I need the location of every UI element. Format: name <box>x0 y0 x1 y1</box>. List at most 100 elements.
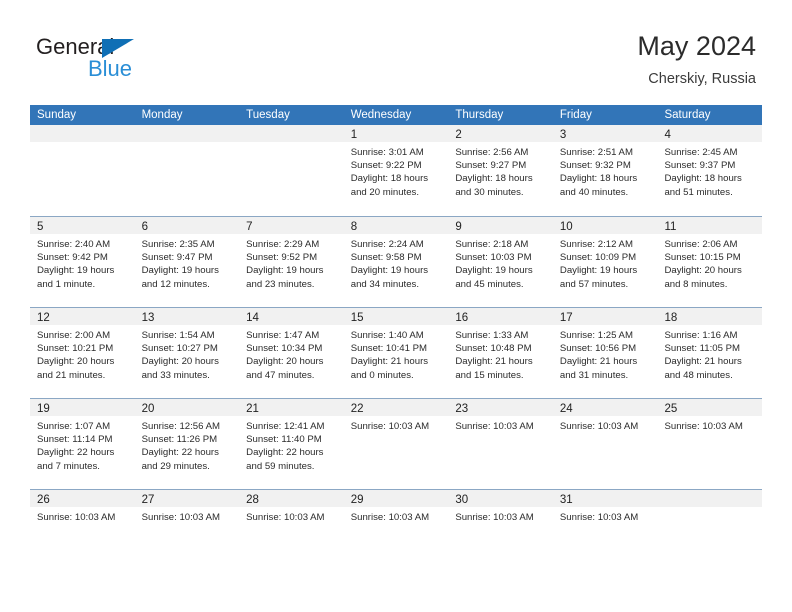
day-number: 24 <box>559 403 573 415</box>
day-number: 6 <box>141 221 148 233</box>
day-detail-line: Daylight: 19 hours <box>455 265 533 277</box>
page-header: General Blue May 2024 Cherskiy, Russia <box>0 0 792 100</box>
day-cell-5[interactable]: 5 Sunrise: 2:40 AM Sunset: 9:42 PM Daylight… <box>30 216 135 306</box>
day-detail-line: and 31 minutes. <box>559 369 629 381</box>
day-cell-6[interactable]: 6 Sunrise: 2:35 AM Sunset: 9:47 PM Daylight… <box>134 216 240 306</box>
day-detail-line: Sunset: 11:14 PM <box>37 434 113 446</box>
day-detail-lines: Sunrise: 3:01 AM Sunset: 9:22 PM Daylight:… <box>344 142 449 199</box>
calendar-week-row: 1 Sunrise: 3:01 AM Sunset: 9:22 PM Daylight… <box>30 125 763 215</box>
day-cell-31[interactable]: 31 Sunrise: 10:03 AM <box>552 489 658 579</box>
day-detail-line: Sunrise: 10:03 AM <box>559 421 639 432</box>
day-cell-18[interactable]: 18 Sunrise: 1:16 AM Sunset: 11:05 PM Daylig… <box>657 307 763 397</box>
day-number: 4 <box>664 129 671 141</box>
day-detail-lines <box>239 142 344 146</box>
day-cell-29[interactable]: 29 Sunrise: 10:03 AM <box>343 489 449 579</box>
day-detail-line: Daylight: 20 hours <box>246 356 324 368</box>
day-cell-13[interactable]: 13 Sunrise: 1:54 AM Sunset: 10:27 PM Daylig… <box>134 307 240 397</box>
day-number-band: 3 <box>552 125 658 142</box>
day-detail-line: Daylight: 21 hours <box>455 356 533 368</box>
general-blue-logo[interactable]: General Blue <box>36 34 256 90</box>
day-detail-line: and 20 minutes. <box>350 186 420 198</box>
calendar-week-row: 19 Sunrise: 1:07 AM Sunset: 11:14 PM Daylig… <box>30 397 763 488</box>
day-detail-lines: Sunrise: 10:03 AM <box>553 416 658 433</box>
day-number: 16 <box>455 312 469 324</box>
day-detail-lines: Sunrise: 2:00 AM Sunset: 10:21 PM Daylight… <box>30 325 135 382</box>
day-detail-line: and 0 minutes. <box>350 369 414 381</box>
day-cell-2[interactable]: 2 Sunrise: 2:56 AM Sunset: 9:27 PM Daylight… <box>448 125 553 215</box>
day-number-band: 25 <box>657 399 763 416</box>
day-detail-line: Daylight: 19 hours <box>246 265 324 277</box>
day-cell-22[interactable]: 22 Sunrise: 10:03 AM <box>343 398 449 488</box>
day-detail-lines: Sunrise: 1:33 AM Sunset: 10:48 PM Daylight… <box>448 325 553 382</box>
day-detail-line: Sunrise: 1:33 AM <box>455 330 529 341</box>
day-cell-10[interactable]: 10 Sunrise: 2:12 AM Sunset: 10:09 PM Daylig… <box>552 216 658 306</box>
day-cell-27[interactable]: 27 Sunrise: 10:03 AM <box>134 489 240 579</box>
day-detail-line: Sunrise: 10:03 AM <box>664 421 743 432</box>
day-detail-line: Sunrise: 12:41 AM <box>246 421 325 432</box>
day-detail-line: Daylight: 18 hours <box>455 173 533 185</box>
day-cell-25[interactable]: 25 Sunrise: 10:03 AM <box>657 398 763 488</box>
day-cell-26[interactable]: 26 Sunrise: 10:03 AM <box>30 489 135 579</box>
day-number: 11 <box>664 221 677 233</box>
day-detail-lines: Sunrise: 2:45 AM Sunset: 9:37 PM Daylight:… <box>657 142 762 199</box>
day-cell-20[interactable]: 20 Sunrise: 12:56 AM Sunset: 11:26 PM Dayli… <box>134 398 240 488</box>
day-detail-line: Daylight: 18 hours <box>664 173 742 185</box>
day-cell-9[interactable]: 9 Sunrise: 2:18 AM Sunset: 10:03 PM Dayligh… <box>448 216 553 306</box>
day-detail-line: Sunset: 9:47 PM <box>141 252 213 264</box>
day-number-band: 21 <box>239 399 344 416</box>
day-detail-line: and 33 minutes. <box>141 369 210 381</box>
calendar-page: General Blue May 2024 Cherskiy, Russia S… <box>0 0 792 612</box>
day-detail-line: Sunrise: 10:03 AM <box>246 512 325 523</box>
day-cell-23[interactable]: 23 Sunrise: 10:03 AM <box>448 398 553 488</box>
day-detail-line: and 45 minutes. <box>455 278 524 290</box>
day-detail-line: Daylight: 19 hours <box>559 265 638 277</box>
day-cell-24[interactable]: 24 Sunrise: 10:03 AM <box>552 398 658 488</box>
day-detail-lines: Sunrise: 10:03 AM <box>657 416 762 433</box>
day-cell-4[interactable]: 4 Sunrise: 2:45 AM Sunset: 9:37 PM Daylight… <box>657 125 763 215</box>
day-detail-line: Sunset: 11:26 PM <box>141 434 218 446</box>
day-detail-line: Daylight: 19 hours <box>37 265 115 277</box>
day-number-band: 7 <box>239 217 344 234</box>
day-detail-line: Daylight: 20 hours <box>664 265 742 277</box>
day-cell-7[interactable]: 7 Sunrise: 2:29 AM Sunset: 9:52 PM Daylight… <box>239 216 344 306</box>
day-detail-line: Sunrise: 2:00 AM <box>37 330 111 341</box>
day-cell-19[interactable]: 19 Sunrise: 1:07 AM Sunset: 11:14 PM Daylig… <box>30 398 135 488</box>
day-detail-lines: Sunrise: 2:06 AM Sunset: 10:15 PM Daylight… <box>657 234 762 291</box>
day-detail-lines: Sunrise: 2:35 AM Sunset: 9:47 PM Daylight:… <box>135 234 240 291</box>
day-cell-3[interactable]: 3 Sunrise: 2:51 AM Sunset: 9:32 PM Daylight… <box>552 125 658 215</box>
day-cell-21[interactable]: 21 Sunrise: 12:41 AM Sunset: 11:40 PM Dayli… <box>239 398 344 488</box>
day-cell-1[interactable]: 1 Sunrise: 3:01 AM Sunset: 9:22 PM Daylight… <box>343 125 449 215</box>
day-number: 8 <box>350 221 358 233</box>
day-cell-8[interactable]: 8 Sunrise: 2:24 AM Sunset: 9:58 PM Daylight… <box>343 216 449 306</box>
day-detail-line: and 40 minutes. <box>559 186 629 198</box>
day-cell-12[interactable]: 12 Sunrise: 2:00 AM Sunset: 10:21 PM Daylig… <box>30 307 135 397</box>
day-detail-line: Sunrise: 10:03 AM <box>455 512 534 523</box>
day-detail-line: and 57 minutes. <box>559 278 629 290</box>
day-number: 15 <box>350 312 364 324</box>
day-detail-lines: Sunrise: 2:40 AM Sunset: 9:42 PM Daylight:… <box>30 234 135 291</box>
day-detail-lines: Sunrise: 10:03 AM <box>448 416 553 433</box>
day-detail-lines: Sunrise: 10:03 AM <box>30 507 135 524</box>
day-detail-lines <box>30 142 135 146</box>
day-detail-line: Sunrise: 10:03 AM <box>350 512 430 523</box>
day-cell-30[interactable]: 30 Sunrise: 10:03 AM <box>448 489 553 579</box>
day-detail-line: Daylight: 21 hours <box>559 356 638 368</box>
day-cell-28[interactable]: 28 Sunrise: 10:03 AM <box>239 489 344 579</box>
day-cell-17[interactable]: 17 Sunrise: 1:25 AM Sunset: 10:56 PM Daylig… <box>552 307 658 397</box>
day-number-band: 27 <box>134 490 240 507</box>
day-cell-11[interactable]: 11 Sunrise: 2:06 AM Sunset: 10:15 PM Daylig… <box>657 216 763 306</box>
day-detail-line: Sunset: 10:41 PM <box>350 343 427 355</box>
day-detail-lines: Sunrise: 1:16 AM Sunset: 11:05 PM Daylight… <box>657 325 762 382</box>
day-number-band: 13 <box>134 308 240 325</box>
day-number-band: 14 <box>239 308 344 325</box>
day-cell-16[interactable]: 16 Sunrise: 1:33 AM Sunset: 10:48 PM Daylig… <box>448 307 553 397</box>
day-detail-line: and 7 minutes. <box>37 460 100 472</box>
day-detail-line: Sunrise: 2:35 AM <box>141 239 215 250</box>
title-block: May 2024 Cherskiy, Russia <box>637 31 756 86</box>
day-detail-line: Sunrise: 2:40 AM <box>37 239 111 250</box>
day-detail-line: Sunset: 9:22 PM <box>350 160 422 172</box>
day-cell-14[interactable]: 14 Sunrise: 1:47 AM Sunset: 10:34 PM Daylig… <box>239 307 344 397</box>
day-detail-line: Daylight: 20 hours <box>141 356 219 368</box>
day-cell-15[interactable]: 15 Sunrise: 1:40 AM Sunset: 10:41 PM Daylig… <box>343 307 449 397</box>
day-detail-line: Sunrise: 1:16 AM <box>664 330 738 341</box>
